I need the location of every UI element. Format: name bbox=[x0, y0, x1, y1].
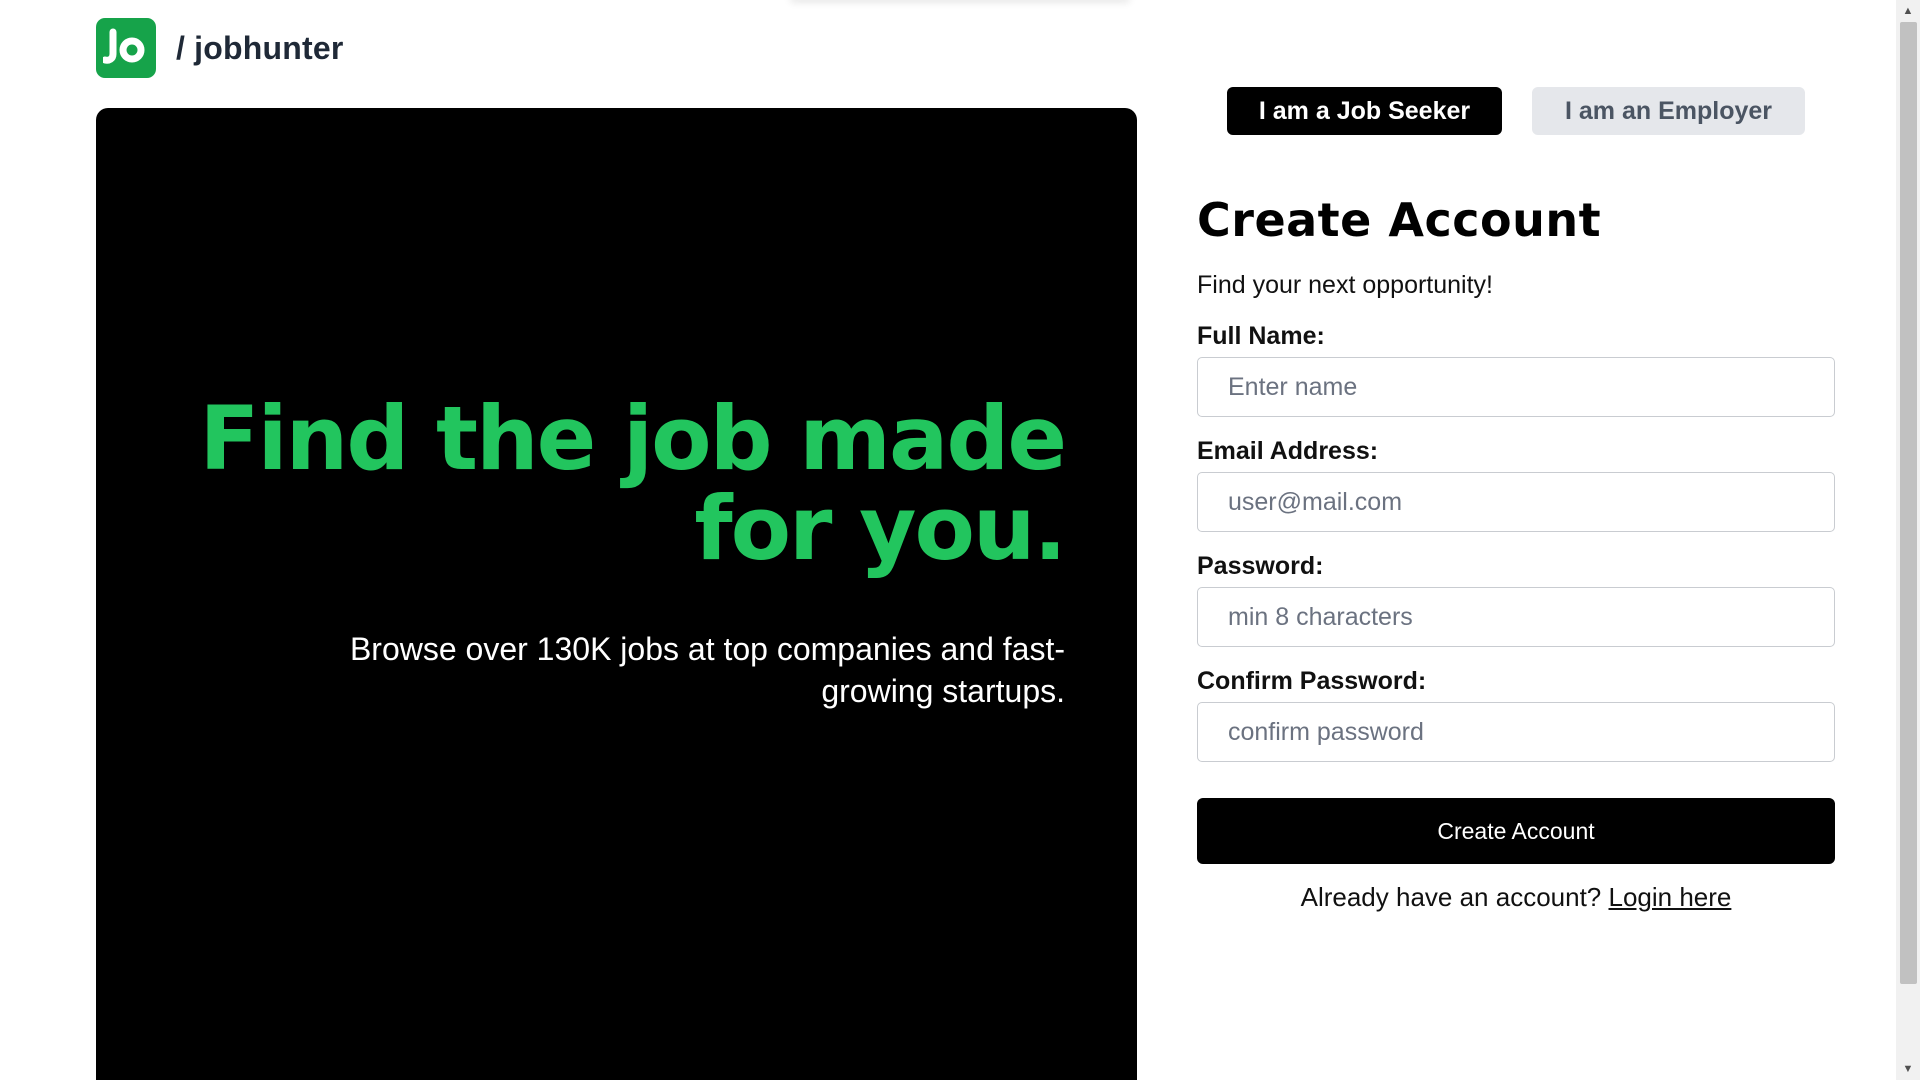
password-label: Password: bbox=[1197, 552, 1324, 580]
full-name-label: Full Name: bbox=[1197, 322, 1325, 350]
logo-glyph bbox=[103, 28, 145, 64]
password-input[interactable] bbox=[1197, 587, 1835, 647]
confirm-password-field: Confirm Password: bbox=[1197, 665, 1835, 762]
create-account-button[interactable]: Create Account bbox=[1197, 798, 1835, 864]
form-subtitle: Find your next opportunity! bbox=[1197, 271, 1493, 299]
brand-name: / jobhunter bbox=[176, 29, 344, 66]
form-title: Create Account bbox=[1197, 193, 1602, 247]
employer-button[interactable]: I am an Employer bbox=[1532, 87, 1805, 135]
arrow-up-icon[interactable]: ▲ bbox=[1896, 2, 1920, 20]
jobhunter-logo-icon bbox=[96, 18, 156, 78]
email-label: Email Address: bbox=[1197, 437, 1379, 465]
password-field: Password: bbox=[1197, 550, 1835, 647]
login-prompt: Already have an account? Login here bbox=[1197, 882, 1835, 913]
confirm-password-label: Confirm Password: bbox=[1197, 667, 1427, 695]
scrollbar-thumb[interactable] bbox=[1900, 22, 1917, 984]
email-input[interactable] bbox=[1197, 472, 1835, 532]
signup-page: / jobhunter Find the job made for you. B… bbox=[0, 0, 1920, 1080]
full-name-input[interactable] bbox=[1197, 357, 1835, 417]
role-switch: I am a Job Seeker I am an Employer bbox=[1227, 87, 1805, 135]
email-field: Email Address: bbox=[1197, 435, 1835, 532]
full-name-field: Full Name: bbox=[1197, 320, 1835, 417]
brand-header[interactable]: / jobhunter bbox=[96, 18, 344, 78]
page-scrollbar[interactable]: ▲ ▼ bbox=[1896, 0, 1920, 1080]
hero-panel: Find the job made for you. Browse over 1… bbox=[96, 108, 1137, 1080]
hero-title: Find the job made for you. bbox=[199, 387, 1067, 580]
confirm-password-input[interactable] bbox=[1197, 702, 1835, 762]
arrow-down-icon[interactable]: ▼ bbox=[1896, 1060, 1920, 1078]
hero-subtitle: Browse over 130K jobs at top companies a… bbox=[349, 631, 1065, 709]
job-seeker-button[interactable]: I am a Job Seeker bbox=[1227, 87, 1502, 135]
login-link[interactable]: Login here bbox=[1609, 882, 1732, 912]
signup-form: Create Account Find your next opportunit… bbox=[1197, 190, 1835, 913]
login-prompt-text: Already have an account? bbox=[1300, 882, 1602, 912]
